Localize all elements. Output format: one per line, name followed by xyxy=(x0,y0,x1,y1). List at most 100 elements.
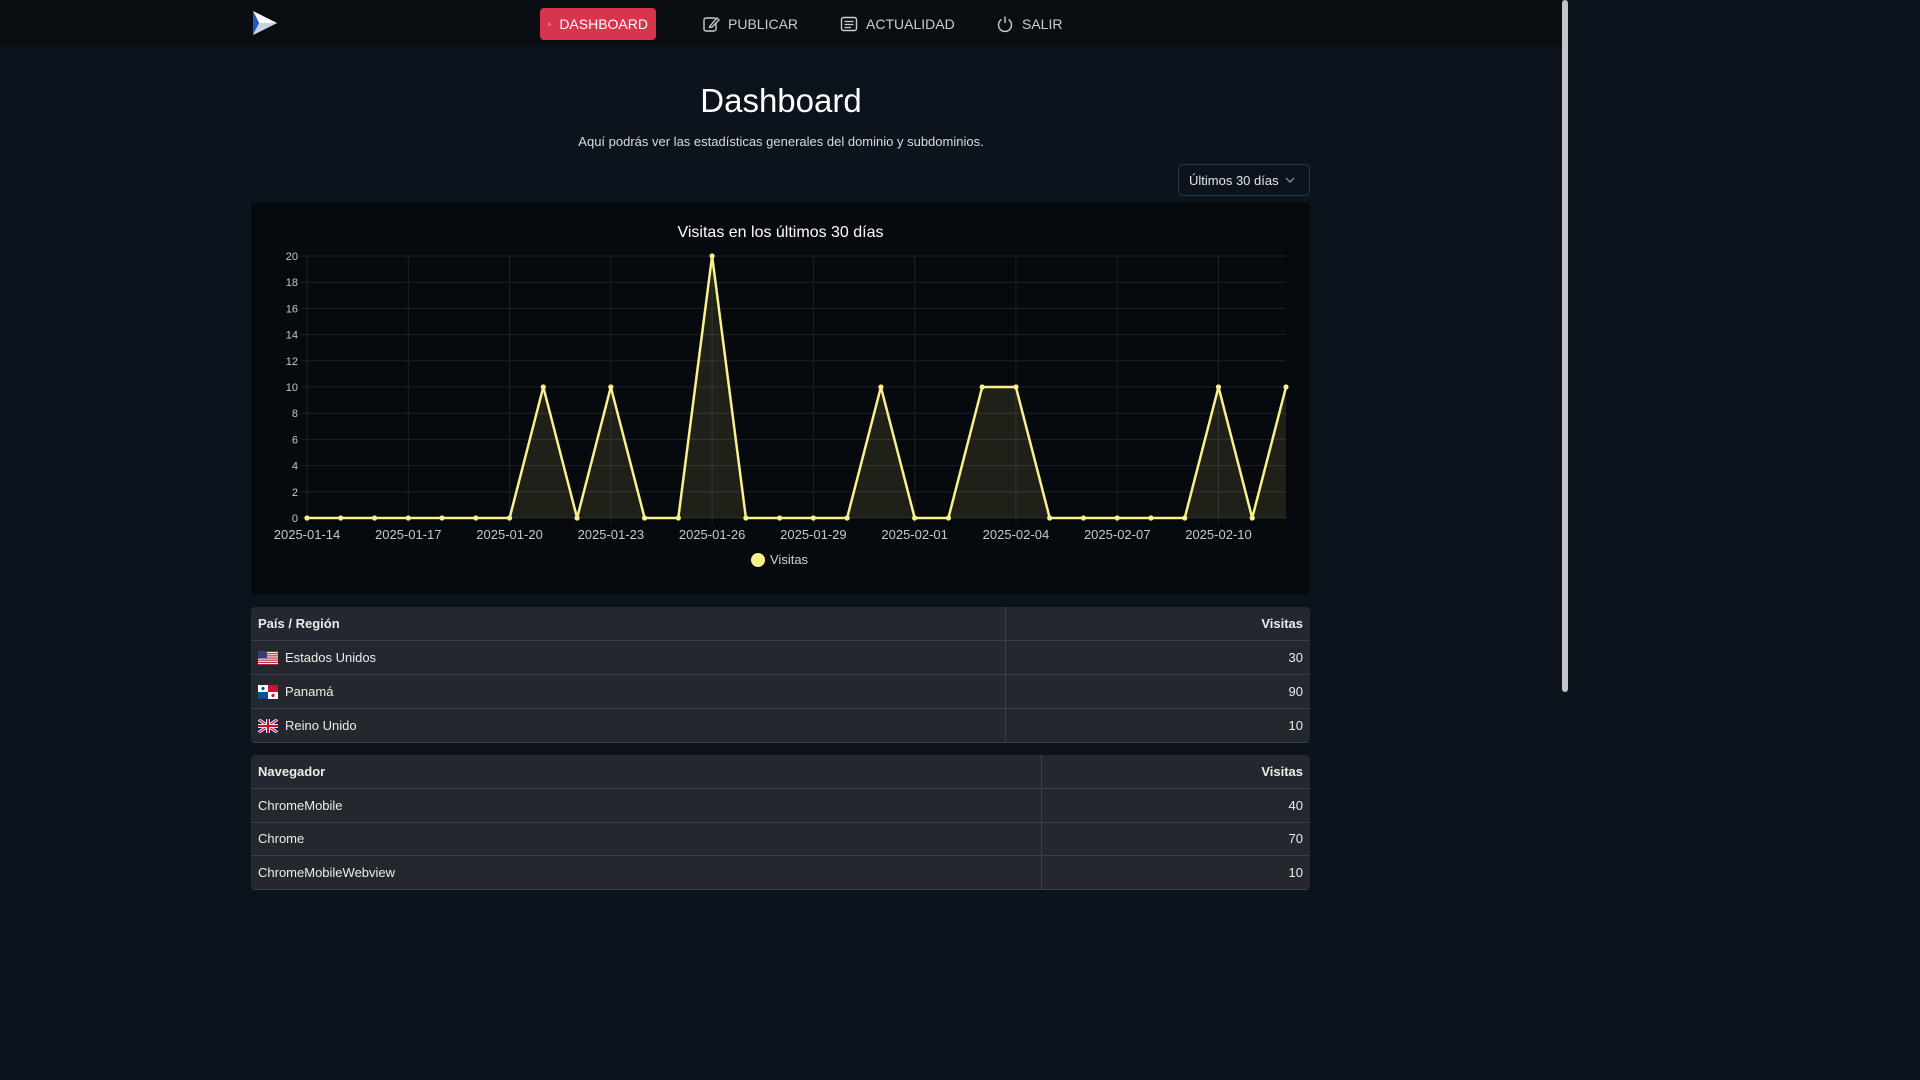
site-logo[interactable] xyxy=(250,8,280,38)
y-tick-label: 6 xyxy=(292,434,298,446)
table-row: Estados Unidos 30 xyxy=(251,640,1310,675)
chart-grid xyxy=(301,255,1286,524)
data-point[interactable] xyxy=(743,515,749,521)
data-point[interactable] xyxy=(675,515,681,521)
x-tick-label: 2025-01-14 xyxy=(274,527,341,542)
country-cell: Reino Unido xyxy=(251,708,1005,743)
data-point[interactable] xyxy=(540,384,546,390)
y-tick-label: 18 xyxy=(286,277,298,289)
date-range-select[interactable]: Últimos 30 días xyxy=(1178,164,1310,196)
nav-actualidad[interactable]: ACTUALIDAD xyxy=(832,8,963,40)
date-range-value: Últimos 30 días xyxy=(1189,172,1279,188)
visits-column-header: Visitas xyxy=(1040,755,1310,789)
browser-column-header: Navegador xyxy=(251,755,1041,789)
x-tick-label: 2025-01-29 xyxy=(780,527,847,542)
dashboard-icon xyxy=(548,22,552,26)
table-row: Reino Unido 10 xyxy=(251,708,1310,743)
y-tick-label: 16 xyxy=(286,303,298,315)
visits-column-header: Visitas xyxy=(1004,607,1310,641)
chevron-down-icon xyxy=(1285,177,1295,183)
data-point[interactable] xyxy=(439,515,445,521)
nav-salir-label: SALIR xyxy=(1022,16,1063,32)
data-point[interactable] xyxy=(304,515,310,521)
browser-name: ChromeMobileWebview xyxy=(251,855,1041,890)
browser-visits: 70 xyxy=(1040,822,1310,856)
chart-title: Visitas en los últimos 30 días xyxy=(677,224,883,241)
data-point[interactable] xyxy=(709,253,715,259)
x-axis-ticks: 2025-01-14 2025-01-17 2025-01-20 2025-01-23… xyxy=(274,527,1252,542)
data-point[interactable] xyxy=(810,515,816,521)
y-tick-label: 4 xyxy=(292,461,298,473)
x-tick-label: 2025-01-23 xyxy=(578,527,645,542)
browser-visits: 10 xyxy=(1040,855,1310,890)
nav-dashboard[interactable]: DASHBOARD xyxy=(540,8,656,40)
data-point[interactable] xyxy=(405,515,411,521)
table-header-row: País / Región Visitas xyxy=(251,607,1310,641)
data-point[interactable] xyxy=(945,515,952,521)
data-point[interactable] xyxy=(1047,515,1053,521)
data-point[interactable] xyxy=(338,515,344,521)
y-tick-label: 2 xyxy=(292,487,298,499)
country-visits: 90 xyxy=(1004,674,1310,709)
x-tick-label: 2025-01-20 xyxy=(476,527,543,542)
scrollbar-thumb[interactable] xyxy=(1562,0,1568,692)
data-point[interactable] xyxy=(1215,384,1222,390)
data-point[interactable] xyxy=(1182,515,1188,521)
data-point[interactable] xyxy=(979,384,985,390)
browsers-table: Navegador Visitas ChromeMobile 40 Chrome… xyxy=(251,755,1310,890)
nav-salir[interactable]: SALIR xyxy=(988,8,1070,40)
power-icon xyxy=(997,16,1013,33)
browser-name: ChromeMobile xyxy=(251,788,1041,823)
data-point[interactable] xyxy=(878,384,884,390)
x-tick-label: 2025-02-10 xyxy=(1185,527,1252,542)
pa-flag-icon xyxy=(258,684,278,699)
visits-chart-card: Visitas en los últimos 30 días 0 2 4 6 8 10 12… xyxy=(251,203,1310,595)
us-flag-icon xyxy=(258,650,278,665)
data-point[interactable] xyxy=(574,515,580,521)
y-axis-ticks: 0 2 4 6 8 10 12 14 16 18 20 xyxy=(286,251,298,525)
y-tick-label: 10 xyxy=(286,382,298,394)
page-title: Dashboard xyxy=(700,82,862,119)
data-point[interactable] xyxy=(1249,515,1255,521)
data-point[interactable] xyxy=(506,515,513,521)
page-subtitle: Aquí podrás ver las estadísticas general… xyxy=(578,134,984,149)
legend-label: Visitas xyxy=(770,552,809,567)
edit-icon xyxy=(703,17,720,32)
data-point[interactable] xyxy=(1283,384,1289,390)
top-navbar: DASHBOARD PUBLICAR ACTUALIDAD SALIR xyxy=(0,0,1562,46)
nav-dashboard-label: DASHBOARD xyxy=(559,16,648,32)
y-tick-label: 14 xyxy=(286,330,298,342)
data-point[interactable] xyxy=(473,515,479,521)
table-row: ChromeMobile 40 xyxy=(251,788,1310,823)
data-point[interactable] xyxy=(371,515,378,521)
data-point[interactable] xyxy=(1080,515,1087,521)
country-visits: 30 xyxy=(1004,640,1310,675)
nav-publicar[interactable]: PUBLICAR xyxy=(694,8,806,40)
table-header-row: Navegador Visitas xyxy=(251,755,1310,789)
data-point[interactable] xyxy=(608,384,614,390)
country-cell: Estados Unidos xyxy=(251,640,1005,675)
y-tick-label: 8 xyxy=(292,408,298,420)
data-point[interactable] xyxy=(1114,515,1120,521)
x-tick-label: 2025-02-07 xyxy=(1084,527,1151,542)
data-point[interactable] xyxy=(1013,384,1019,390)
nav-actualidad-label: ACTUALIDAD xyxy=(866,16,955,32)
table-row: Chrome 70 xyxy=(251,822,1310,856)
x-tick-label: 2025-01-26 xyxy=(679,527,746,542)
table-row: ChromeMobileWebview 10 xyxy=(251,855,1310,890)
data-point[interactable] xyxy=(912,515,918,521)
data-point[interactable] xyxy=(777,515,783,521)
x-tick-label: 2025-02-01 xyxy=(881,527,948,542)
x-tick-label: 2025-01-17 xyxy=(375,527,442,542)
chart-legend[interactable]: Visitas xyxy=(751,552,809,567)
country-name: Reino Unido xyxy=(285,718,357,733)
countries-table: País / Región Visitas Estados Unidos 30 … xyxy=(251,607,1310,743)
x-tick-label: 2025-02-04 xyxy=(983,527,1050,542)
y-tick-label: 0 xyxy=(292,513,298,525)
gb-flag-icon xyxy=(258,718,278,733)
table-row: Panamá 90 xyxy=(251,674,1310,709)
data-point[interactable] xyxy=(641,515,648,521)
country-visits: 10 xyxy=(1004,708,1310,743)
data-point[interactable] xyxy=(1148,515,1154,521)
data-point[interactable] xyxy=(844,515,850,521)
